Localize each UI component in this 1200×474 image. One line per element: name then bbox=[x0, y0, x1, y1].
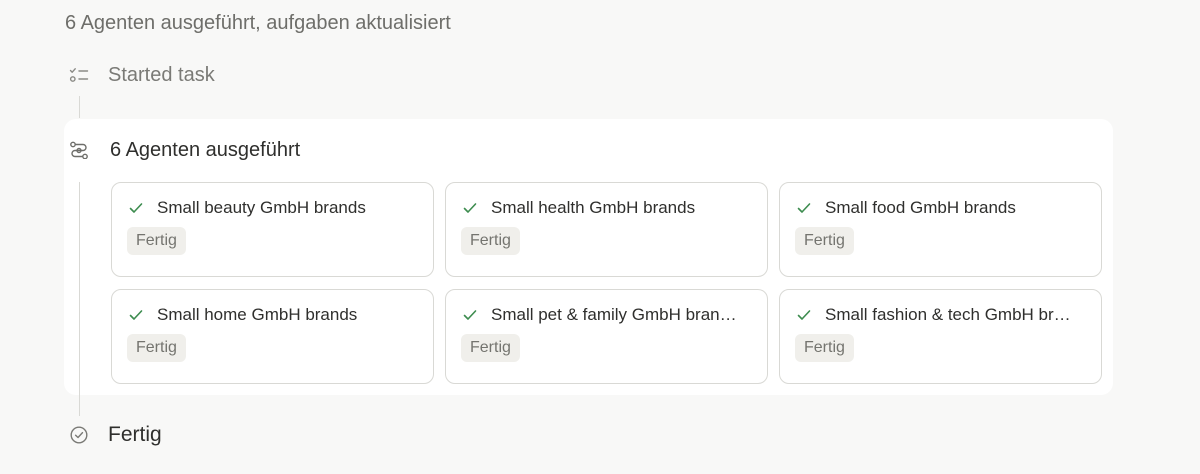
agents-panel: 6 Agenten ausgeführt Small beauty GmbH b… bbox=[64, 119, 1113, 395]
agents-step-header[interactable]: 6 Agenten ausgeführt bbox=[68, 137, 300, 163]
check-icon bbox=[129, 308, 143, 322]
timeline-connector bbox=[79, 96, 80, 118]
agent-title: Small health GmbH brands bbox=[491, 198, 696, 217]
agent-card[interactable]: Small home GmbH brands Fertig bbox=[111, 289, 434, 384]
check-icon bbox=[797, 201, 811, 215]
check-icon bbox=[463, 201, 477, 215]
check-circle-icon bbox=[66, 422, 92, 448]
status-badge: Fertig bbox=[461, 227, 520, 255]
agent-title: Small home GmbH brands bbox=[157, 305, 358, 324]
agent-card[interactable]: Small fashion & tech GmbH br… Fertig bbox=[779, 289, 1102, 384]
step-started-task: Started task bbox=[66, 62, 215, 88]
check-icon bbox=[129, 201, 143, 215]
task-activity-log: 6 Agenten ausgeführt, aufgaben aktualisi… bbox=[0, 0, 1200, 474]
status-badge: Fertig bbox=[795, 334, 854, 362]
agent-card[interactable]: Small health GmbH brands Fertig bbox=[445, 182, 768, 277]
status-badge: Fertig bbox=[795, 227, 854, 255]
agent-card[interactable]: Small beauty GmbH brands Fertig bbox=[111, 182, 434, 277]
activity-summary: 6 Agenten ausgeführt, aufgaben aktualisi… bbox=[65, 12, 451, 34]
agent-title: Small fashion & tech GmbH br… bbox=[825, 305, 1071, 324]
agent-card[interactable]: Small food GmbH brands Fertig bbox=[779, 182, 1102, 277]
agent-card[interactable]: Small pet & family GmbH bran… Fertig bbox=[445, 289, 768, 384]
check-icon bbox=[463, 308, 477, 322]
agent-title: Small pet & family GmbH bran… bbox=[491, 305, 737, 324]
timeline-connector bbox=[79, 182, 80, 416]
task-list-icon bbox=[66, 62, 92, 88]
agent-title: Small beauty GmbH brands bbox=[157, 198, 366, 217]
step-started-label: Started task bbox=[108, 63, 215, 86]
status-badge: Fertig bbox=[127, 334, 186, 362]
agents-step-label: 6 Agenten ausgeführt bbox=[110, 138, 301, 161]
agent-title: Small food GmbH brands bbox=[825, 198, 1016, 217]
agents-flow-icon bbox=[68, 139, 90, 161]
step-done-label: Fertig bbox=[108, 423, 162, 446]
status-badge: Fertig bbox=[127, 227, 186, 255]
check-icon bbox=[797, 308, 811, 322]
step-done: Fertig bbox=[66, 421, 162, 449]
status-badge: Fertig bbox=[461, 334, 520, 362]
